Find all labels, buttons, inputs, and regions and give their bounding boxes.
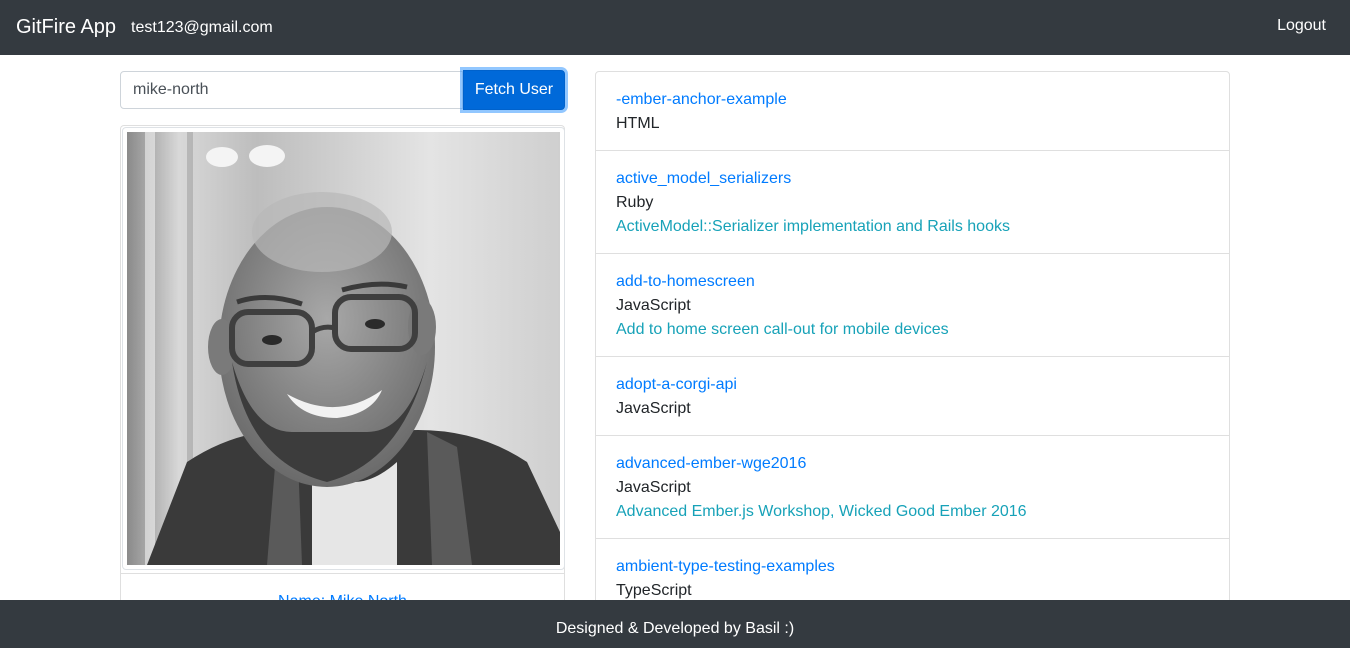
repo-description: ActiveModel::Serializer implementation a… xyxy=(616,218,1010,235)
repo-list: -ember-anchor-example HTML active_model_… xyxy=(595,71,1230,648)
profile-card: Name: Mike North xyxy=(120,125,565,610)
repo-language: JavaScript xyxy=(616,400,691,417)
repo-list-item: active_model_serializers Ruby ActiveMode… xyxy=(596,151,1229,254)
repo-list-item: -ember-anchor-example HTML xyxy=(596,72,1229,151)
repo-name-link[interactable]: active_model_serializers xyxy=(616,167,1209,191)
avatar xyxy=(127,132,560,565)
repo-name-link[interactable]: ambient-type-testing-examples xyxy=(616,555,1209,579)
repo-list-item: adopt-a-corgi-api JavaScript xyxy=(596,357,1229,436)
repo-language: HTML xyxy=(616,115,660,132)
repo-name-link[interactable]: advanced-ember-wge2016 xyxy=(616,452,1209,476)
repo-language: Ruby xyxy=(616,194,654,211)
username-input[interactable] xyxy=(120,71,463,109)
repo-list-item: advanced-ember-wge2016 JavaScript Advanc… xyxy=(596,436,1229,539)
avatar-frame xyxy=(122,127,565,570)
footer-credit: Designed & Developed by Basil :) xyxy=(555,620,795,637)
repo-language: JavaScript xyxy=(616,479,691,496)
repo-name-link[interactable]: -ember-anchor-example xyxy=(616,88,1209,112)
repo-list-item: add-to-homescreen JavaScript Add to home… xyxy=(596,254,1229,357)
fetch-user-button[interactable]: Fetch User xyxy=(463,70,565,110)
repo-name-link[interactable]: adopt-a-corgi-api xyxy=(616,373,1209,397)
card-divider xyxy=(121,573,564,574)
repo-description: Advanced Ember.js Workshop, Wicked Good … xyxy=(616,503,1027,520)
repo-description: Add to home screen call-out for mobile d… xyxy=(616,321,949,338)
repo-language: JavaScript xyxy=(616,297,691,314)
user-email: test123@gmail.com xyxy=(131,19,273,36)
search-form: Fetch User xyxy=(120,70,565,110)
app-brand[interactable]: GitFire App xyxy=(16,16,116,39)
repo-name-link[interactable]: add-to-homescreen xyxy=(616,270,1209,294)
page-footer: Designed & Developed by Basil :) xyxy=(0,600,1350,648)
top-navbar: GitFire App test123@gmail.com Logout xyxy=(0,0,1350,55)
logout-link[interactable]: Logout xyxy=(1277,17,1326,35)
left-column: Fetch User xyxy=(120,70,565,610)
